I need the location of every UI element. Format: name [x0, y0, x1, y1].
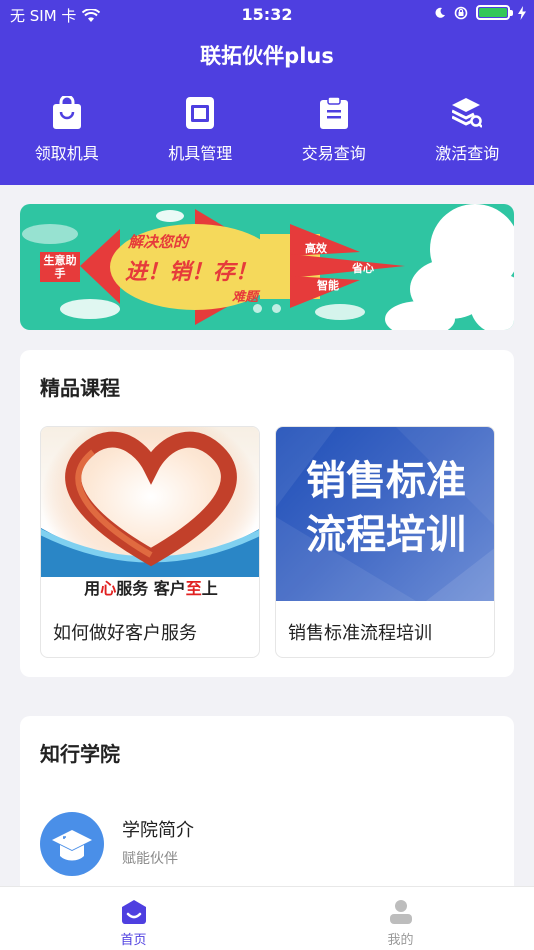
academy-item-subtitle: 赋能伙伴 — [122, 851, 178, 867]
course-image-text: 销售标准 流程培训 — [276, 454, 494, 562]
user-icon — [389, 900, 412, 924]
rotation-lock-icon — [454, 6, 468, 19]
course-name: 销售标准流程培训 — [288, 623, 432, 644]
app-header: 无 SIM 卡 15:32 联拓伙伴plus 领取机具 机具管理 交易查询 激活… — [0, 0, 534, 185]
academy-avatar — [40, 812, 104, 876]
course-card[interactable]: 用心服务 客户至上 如何做好客户服务 — [40, 426, 260, 658]
course-thumbnail: 销售标准 流程培训 — [276, 427, 494, 601]
banner-tag: 生意助手 — [43, 254, 77, 280]
quick-nav: 领取机具 机具管理 交易查询 激活查询 — [0, 96, 534, 164]
nav-label: 机具管理 — [168, 144, 233, 163]
graduation-cap-icon — [52, 830, 92, 861]
device-icon — [186, 97, 215, 129]
banner-tag-smart: 智能 — [317, 279, 339, 292]
course-card[interactable]: 销售标准 流程培训 销售标准流程培训 — [275, 426, 495, 658]
image-text-line: 销售标准 — [306, 458, 466, 504]
banner-tag-worry-free: 省心 — [352, 262, 374, 275]
caption-part: 服务 客户 — [116, 579, 186, 598]
banner-tag-efficient: 高效 — [305, 242, 327, 255]
academy-item-title: 学院简介 — [122, 820, 194, 841]
layers-search-icon — [452, 98, 483, 128]
course-name: 如何做好客户服务 — [53, 623, 197, 644]
tab-profile[interactable]: 我的 — [267, 887, 534, 950]
caption-part: 至 — [185, 579, 202, 598]
course-image-caption: 用心服务 客户至上 — [41, 575, 259, 599]
caption-part: 用 — [84, 579, 101, 598]
app-title: 联拓伙伴plus — [200, 44, 334, 68]
promo-banner[interactable]: 生意助手 解决您的 进！销！存！ 难题 高效 省心 智能 — [20, 204, 514, 330]
nav-transaction-query[interactable]: 交易查询 — [267, 96, 401, 164]
section-title: 知行学院 — [40, 742, 120, 766]
banner-headline-top: 解决您的 — [128, 233, 189, 251]
home-icon — [121, 900, 146, 924]
featured-courses-section: 精品课程 用心服务 客户至上 如何做好客户服务 销售标准 流程培训 销售标准流程… — [20, 350, 514, 677]
nav-label: 领取机具 — [34, 144, 99, 163]
carousel-dot[interactable] — [253, 304, 262, 313]
shopping-bag-icon — [52, 96, 81, 129]
nav-label: 交易查询 — [301, 144, 366, 163]
moon-icon — [435, 7, 445, 18]
tab-home[interactable]: 首页 — [0, 887, 267, 950]
tab-label: 首页 — [120, 933, 147, 948]
bottom-tab-bar: 首页 我的 — [0, 886, 534, 950]
status-right — [434, 5, 526, 20]
tab-label: 我的 — [387, 933, 414, 948]
clipboard-icon — [319, 96, 348, 129]
academy-intro-item[interactable]: 学院简介 赋能伙伴 — [40, 812, 494, 876]
battery-icon — [476, 5, 513, 20]
carousel-dot[interactable] — [272, 304, 281, 313]
caption-part: 上 — [201, 579, 218, 598]
charging-icon — [518, 5, 526, 20]
banner-headline-main: 进！销！存！ — [125, 260, 258, 285]
nav-claim-device[interactable]: 领取机具 — [0, 96, 134, 164]
carousel-indicator[interactable] — [20, 304, 514, 313]
nav-label: 激活查询 — [435, 144, 500, 163]
image-text-line: 流程培训 — [306, 512, 466, 558]
nav-device-management[interactable]: 机具管理 — [134, 96, 268, 164]
status-bar: 无 SIM 卡 15:32 — [0, 0, 534, 28]
caption-part: 心 — [100, 579, 117, 598]
section-title: 精品课程 — [40, 376, 120, 400]
course-thumbnail: 用心服务 客户至上 — [41, 427, 259, 601]
banner-headline-sub: 难题 — [232, 290, 259, 305]
nav-activation-query[interactable]: 激活查询 — [401, 96, 534, 164]
